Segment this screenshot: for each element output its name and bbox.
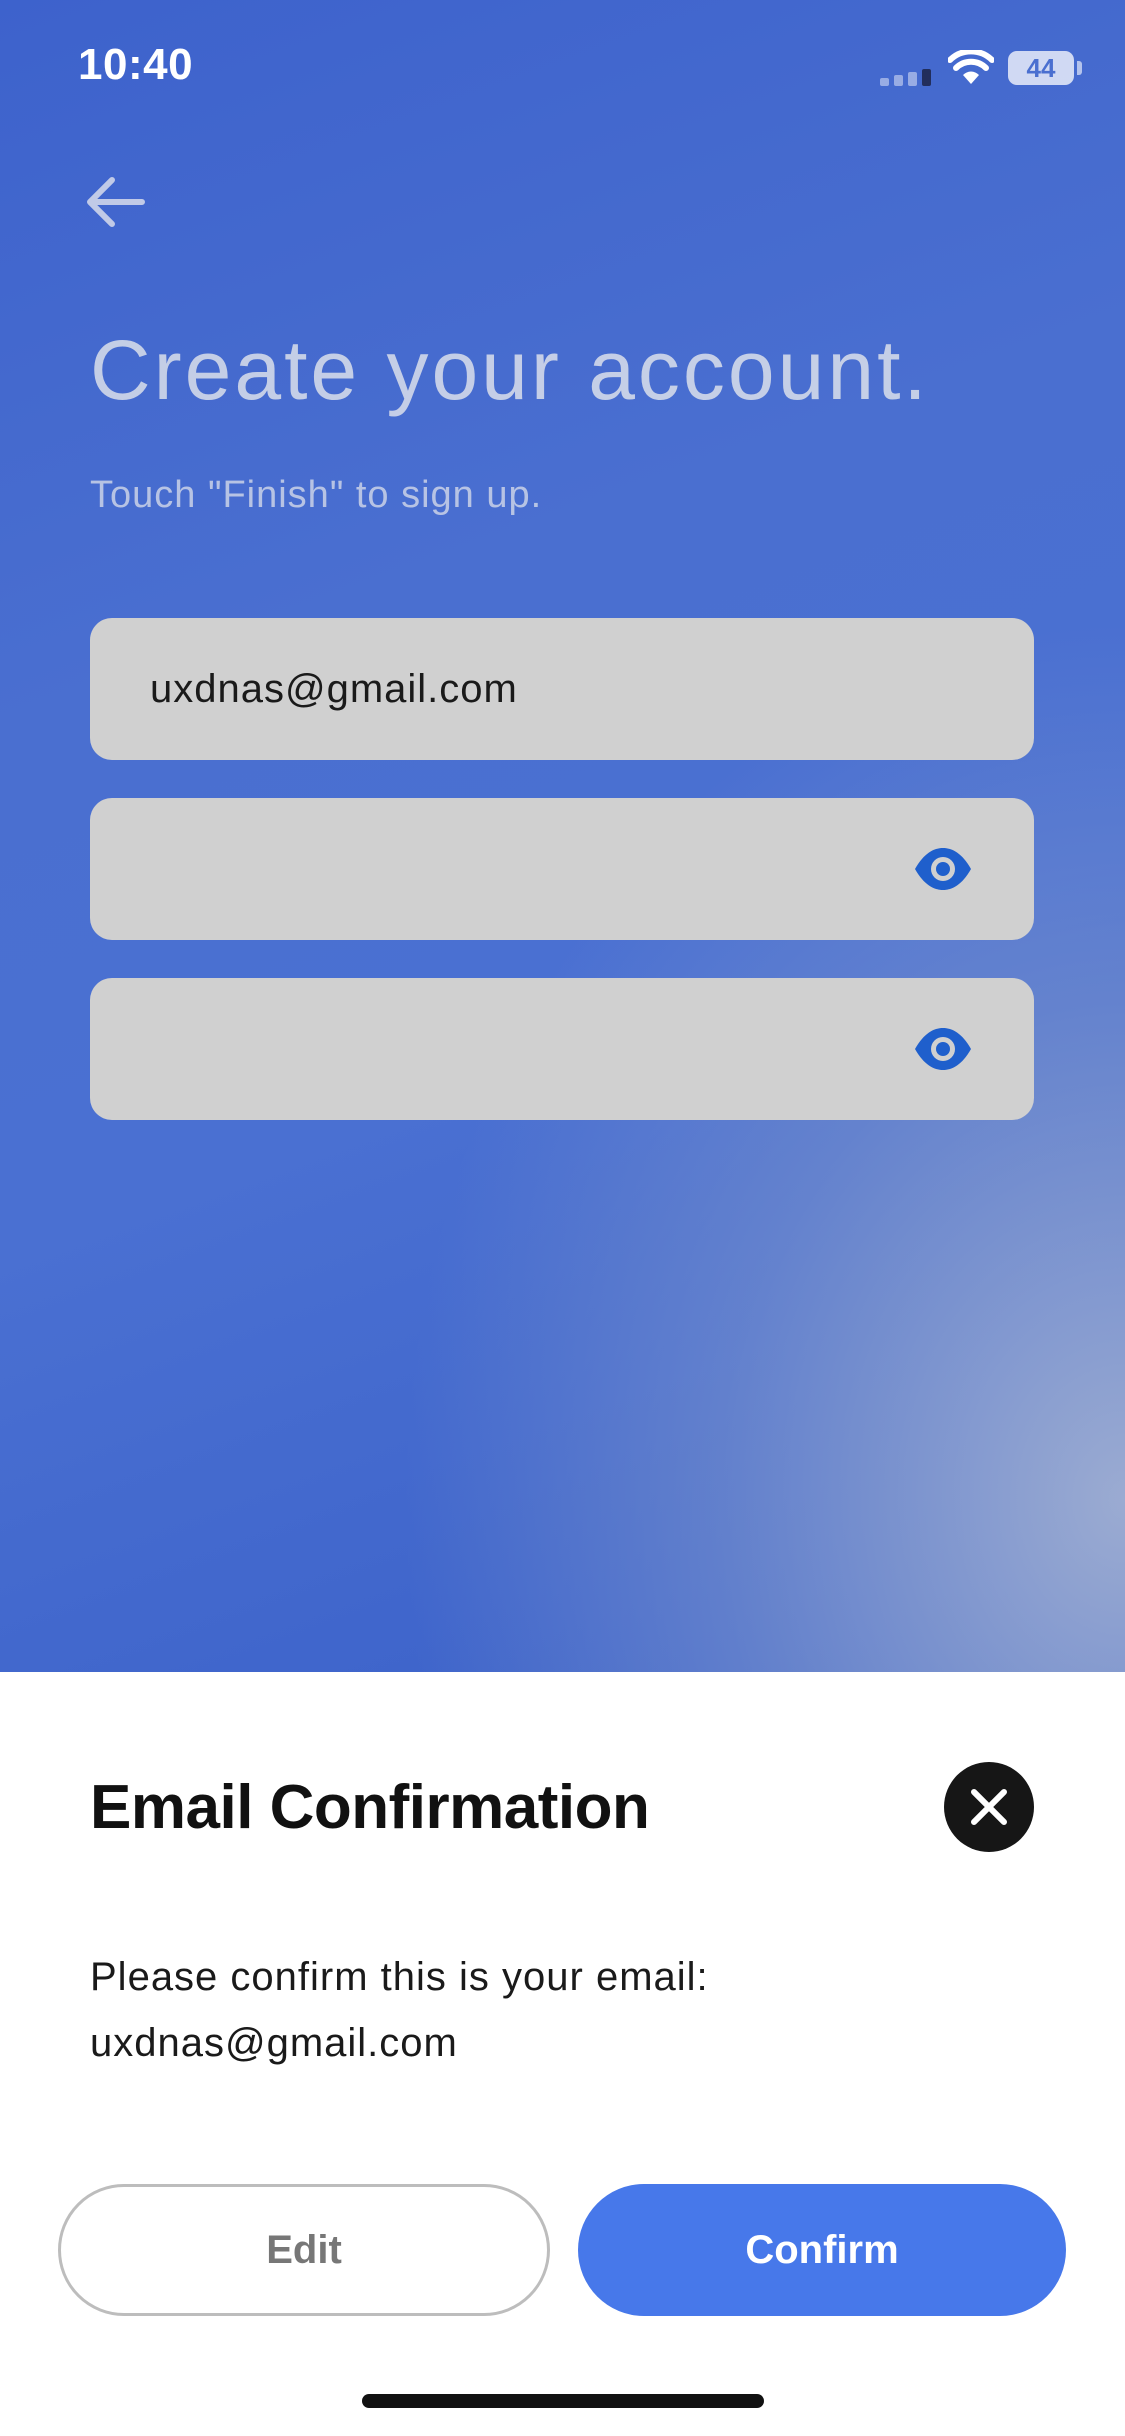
eye-icon[interactable] bbox=[912, 842, 974, 896]
status-time: 10:40 bbox=[78, 40, 194, 89]
email-field[interactable] bbox=[90, 618, 1034, 760]
cellular-signal-icon bbox=[880, 66, 934, 86]
close-button[interactable] bbox=[944, 1762, 1034, 1852]
battery-icon: 44 bbox=[1008, 51, 1074, 85]
eye-icon[interactable] bbox=[912, 1022, 974, 1076]
signup-screen: 10:40 44 Create your account. Touch "Fin… bbox=[0, 0, 1125, 2436]
wifi-icon bbox=[948, 50, 994, 84]
battery-tip bbox=[1077, 61, 1082, 75]
arrow-left-icon[interactable] bbox=[82, 174, 148, 230]
password-field[interactable] bbox=[90, 798, 1034, 940]
password-input[interactable] bbox=[150, 798, 910, 940]
confirmation-message-line1: Please confirm this is your email: bbox=[90, 1955, 709, 1999]
confirmation-message: Please confirm this is your email: uxdna… bbox=[90, 1944, 709, 2076]
confirmation-email: uxdnas@gmail.com bbox=[90, 2021, 458, 2065]
email-input[interactable] bbox=[150, 618, 910, 760]
close-icon bbox=[971, 1789, 1007, 1825]
status-bar: 10:40 44 bbox=[0, 0, 1125, 140]
confirm-password-field[interactable] bbox=[90, 978, 1034, 1120]
confirm-button[interactable]: Confirm bbox=[578, 2184, 1066, 2316]
confirm-password-input[interactable] bbox=[150, 978, 910, 1120]
home-indicator[interactable] bbox=[362, 2394, 764, 2408]
edit-button[interactable]: Edit bbox=[58, 2184, 550, 2316]
email-confirmation-sheet: Email Confirmation Please confirm this i… bbox=[0, 1672, 1125, 2436]
page-title: Create your account. bbox=[90, 323, 930, 417]
page-subtitle: Touch "Finish" to sign up. bbox=[90, 474, 543, 516]
sheet-title: Email Confirmation bbox=[90, 1773, 650, 1842]
